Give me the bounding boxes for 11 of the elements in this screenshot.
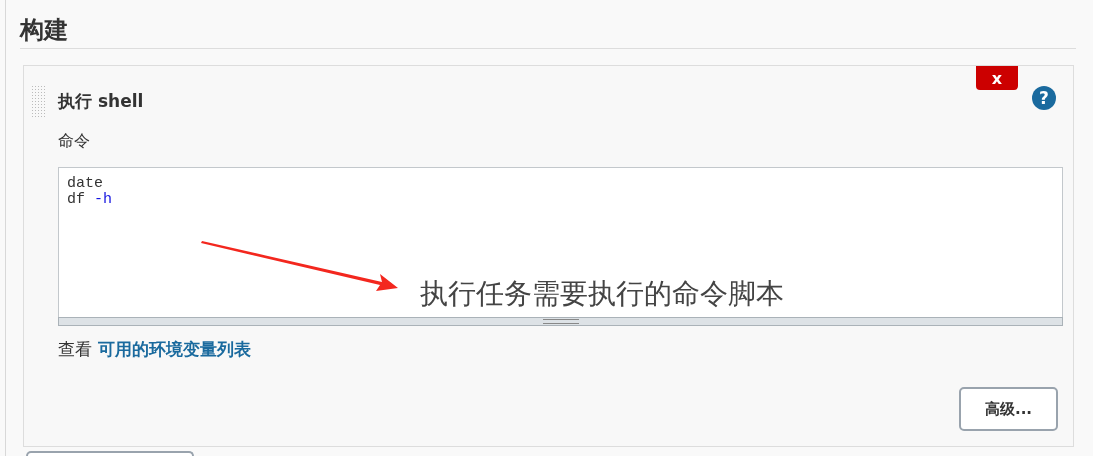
advanced-button[interactable]: 高级... [959, 387, 1058, 431]
code-line: date [67, 176, 104, 192]
code-line: df -h [67, 192, 114, 208]
field-label: 命令 [58, 131, 91, 152]
env-vars-link[interactable]: 可用的环境变量列表 [98, 339, 251, 359]
help-icon[interactable]: ? [1032, 86, 1056, 110]
annotation-text: 执行任务需要执行的命令脚本 [420, 276, 784, 312]
delete-button[interactable]: x [976, 66, 1018, 90]
hint-text: 查看 [58, 339, 92, 359]
step-title: 执行 shell [58, 89, 144, 113]
section-title: 构建 [20, 15, 69, 46]
